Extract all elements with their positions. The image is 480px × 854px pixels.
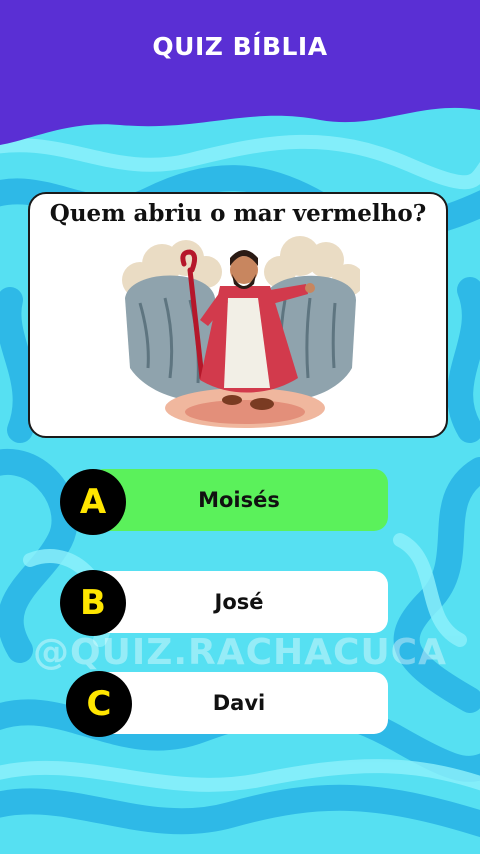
answer-a-letter-badge: A xyxy=(60,469,126,535)
answer-c-letter-badge: C xyxy=(66,671,132,737)
answer-b-label: José xyxy=(214,590,264,614)
moses-parting-red-sea-illustration xyxy=(122,236,360,428)
answer-c-label: Davi xyxy=(212,691,266,715)
answer-c-button[interactable]: Davi xyxy=(90,672,388,734)
question-text: Quem abriu o mar vermelho? xyxy=(49,200,427,227)
answer-b-letter-badge: B xyxy=(60,570,126,636)
answer-a-button[interactable]: Moisés xyxy=(90,469,388,531)
watermark: @QUIZ.RACHACUCA xyxy=(33,632,447,673)
page-title: QUIZ BÍBLIA xyxy=(152,32,328,61)
answer-a-label: Moisés xyxy=(198,488,280,512)
question-card: Quem abriu o mar vermelho? xyxy=(28,192,448,438)
answer-b-button[interactable]: José xyxy=(90,571,388,633)
